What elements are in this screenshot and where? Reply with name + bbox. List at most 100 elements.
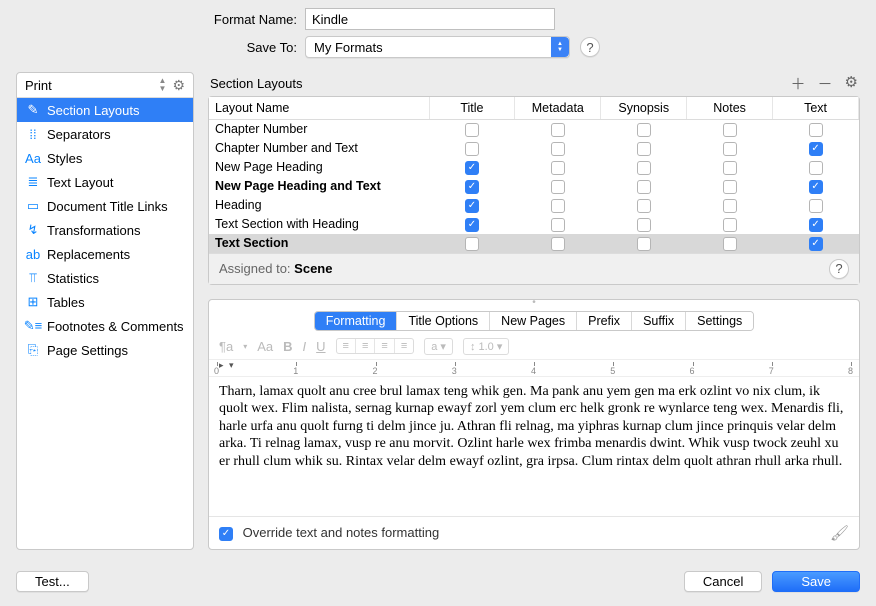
checkbox[interactable]: ✓ [465, 161, 479, 175]
table-row[interactable]: New Page Heading ✓ [209, 158, 859, 177]
checkbox[interactable] [551, 161, 565, 175]
sidebar-item-statistics[interactable]: ⫪Statistics [17, 266, 193, 290]
checkbox[interactable] [809, 161, 823, 175]
sidebar-item-page-settings[interactable]: ⎘Page Settings [17, 338, 193, 362]
column-header[interactable]: Notes [687, 97, 773, 120]
checkbox[interactable]: ✓ [809, 218, 823, 232]
align-left-button[interactable]: ≡ [337, 339, 356, 353]
layout-name-cell[interactable]: Heading [209, 196, 429, 215]
paragraph-style-button[interactable]: ¶a [219, 339, 233, 354]
cancel-button[interactable]: Cancel [684, 571, 762, 592]
checkbox[interactable] [723, 180, 737, 194]
test-button[interactable]: Test... [16, 571, 89, 592]
drag-handle-icon[interactable]: • [209, 300, 859, 308]
sidebar-item-section-layouts[interactable]: ✎Section Layouts [17, 98, 193, 122]
save-to-select[interactable]: My Formats ▲▼ [305, 36, 570, 58]
tab-formatting[interactable]: Formatting [315, 312, 398, 330]
checkbox[interactable] [637, 161, 651, 175]
table-row[interactable]: Text Section ✓ [209, 234, 859, 253]
checkbox[interactable] [809, 123, 823, 137]
checkbox[interactable] [637, 142, 651, 156]
italic-button[interactable]: I [303, 339, 307, 354]
checkbox[interactable] [723, 199, 737, 213]
sidebar-item-replacements[interactable]: abReplacements [17, 242, 193, 266]
checkbox[interactable] [723, 218, 737, 232]
layout-name-cell[interactable]: Text Section with Heading [209, 215, 429, 234]
column-header[interactable]: Synopsis [601, 97, 687, 120]
sidebar-item-styles[interactable]: AaStyles [17, 146, 193, 170]
checkbox[interactable] [551, 123, 565, 137]
checkbox[interactable] [723, 123, 737, 137]
sample-text[interactable]: Tharn, lamax quolt anu cree brul lamax t… [209, 377, 859, 516]
column-header[interactable]: Title [429, 97, 515, 120]
underline-button[interactable]: U [316, 339, 325, 354]
layout-name-cell[interactable]: New Page Heading [209, 158, 429, 177]
table-row[interactable]: Text Section with Heading ✓ ✓ [209, 215, 859, 234]
checkbox[interactable] [637, 123, 651, 137]
layouts-table[interactable]: Layout NameTitleMetadataSynopsisNotesTex… [209, 97, 859, 253]
table-row[interactable]: New Page Heading and Text ✓ ✓ [209, 177, 859, 196]
text-color-dropdown[interactable]: a ▾ [425, 339, 452, 354]
save-button[interactable]: Save [772, 571, 860, 592]
column-header[interactable]: Text [773, 97, 859, 120]
checkbox[interactable] [551, 199, 565, 213]
layout-name-cell[interactable]: New Page Heading and Text [209, 177, 429, 196]
checkbox[interactable] [551, 142, 565, 156]
sidebar-item-transformations[interactable]: ↯Transformations [17, 218, 193, 242]
checkbox[interactable]: ✓ [465, 218, 479, 232]
checkbox[interactable] [637, 180, 651, 194]
checkbox[interactable]: ✓ [809, 142, 823, 156]
checkbox[interactable] [637, 237, 651, 251]
help-button[interactable]: ? [580, 37, 600, 57]
checkbox[interactable] [723, 237, 737, 251]
paintbrush-icon[interactable]: 🖌 [830, 524, 849, 542]
checkbox[interactable] [465, 237, 479, 251]
table-row[interactable]: Heading ✓ [209, 196, 859, 215]
checkbox[interactable]: ✓ [809, 237, 823, 251]
tab-prefix[interactable]: Prefix [577, 312, 632, 330]
sidebar-item-footnotes-comments[interactable]: ✎≡Footnotes & Comments [17, 314, 193, 338]
checkbox[interactable]: ✓ [465, 180, 479, 194]
tab-settings[interactable]: Settings [686, 312, 753, 330]
align-center-button[interactable]: ≡ [356, 339, 375, 353]
checkbox[interactable] [551, 180, 565, 194]
sidebar-category-select[interactable]: Print [25, 78, 153, 93]
bold-button[interactable]: B [283, 339, 292, 354]
line-spacing-dropdown[interactable]: ↕ 1.0 ▾ [464, 339, 508, 354]
sidebar-item-document-title-links[interactable]: ▭Document Title Links [17, 194, 193, 218]
tab-title-options[interactable]: Title Options [397, 312, 490, 330]
layout-name-cell[interactable]: Chapter Number and Text [209, 139, 429, 158]
checkbox[interactable] [637, 218, 651, 232]
layout-name-cell[interactable]: Chapter Number [209, 120, 429, 139]
gear-icon[interactable]: ⚙ [172, 77, 185, 94]
sidebar-item-separators[interactable]: ⁞⁞Separators [17, 122, 193, 146]
checkbox[interactable]: ✓ [465, 199, 479, 213]
checkbox[interactable] [465, 142, 479, 156]
checkbox[interactable] [551, 218, 565, 232]
checkbox[interactable] [809, 199, 823, 213]
column-header[interactable]: Layout Name [209, 97, 429, 120]
help-button[interactable]: ? [829, 259, 849, 279]
column-header[interactable]: Metadata [515, 97, 601, 120]
ruler[interactable]: 012345678▾▸ [209, 359, 859, 377]
layout-name-cell[interactable]: Text Section [209, 234, 429, 253]
sidebar-item-tables[interactable]: ⊞Tables [17, 290, 193, 314]
checkbox[interactable] [465, 123, 479, 137]
remove-layout-button[interactable]: － [818, 73, 833, 94]
tab-new-pages[interactable]: New Pages [490, 312, 577, 330]
checkbox[interactable] [723, 161, 737, 175]
checkbox[interactable]: ✓ [809, 180, 823, 194]
add-layout-button[interactable]: ＋ [791, 73, 806, 94]
tab-suffix[interactable]: Suffix [632, 312, 686, 330]
gear-icon[interactable]: ⚙ [845, 73, 858, 94]
align-right-button[interactable]: ≡ [375, 339, 394, 353]
checkbox[interactable] [723, 142, 737, 156]
align-justify-button[interactable]: ≡ [395, 339, 413, 353]
format-name-input[interactable] [305, 8, 555, 30]
table-row[interactable]: Chapter Number and Text ✓ [209, 139, 859, 158]
checkbox[interactable] [637, 199, 651, 213]
font-button[interactable]: Aa [257, 339, 273, 354]
sidebar-item-text-layout[interactable]: ≣Text Layout [17, 170, 193, 194]
table-row[interactable]: Chapter Number [209, 120, 859, 139]
override-formatting-checkbox[interactable]: ✓ [219, 527, 233, 541]
